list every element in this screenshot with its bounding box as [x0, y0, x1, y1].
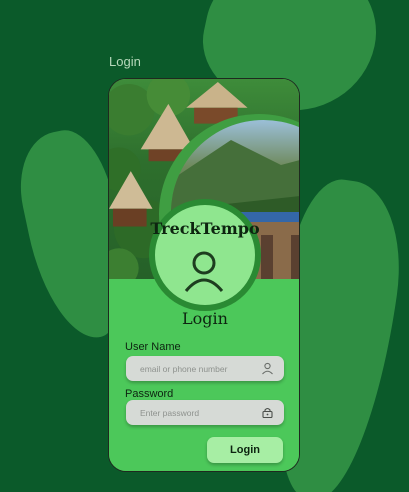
brand-name: TreckTempo	[150, 219, 260, 238]
screen-label: Login	[109, 54, 141, 69]
user-avatar-icon	[184, 251, 224, 292]
user-icon	[262, 362, 273, 375]
login-button[interactable]: Login	[207, 437, 283, 463]
username-label: User Name	[125, 341, 181, 353]
lock-icon	[262, 407, 273, 419]
password-label: Password	[125, 388, 174, 400]
password-field[interactable]	[126, 400, 284, 425]
username-field[interactable]	[126, 356, 284, 381]
phone-frame: TreckTempo Login User Name Password Logi…	[108, 78, 300, 472]
form-title: Login	[182, 309, 228, 328]
